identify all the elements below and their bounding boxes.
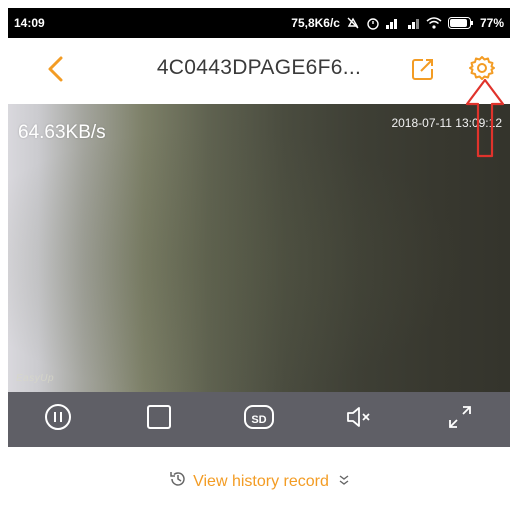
pause-icon — [43, 402, 73, 437]
mute-notifications-icon — [346, 16, 360, 30]
player-controls: SD — [8, 392, 510, 447]
battery-icon — [447, 17, 474, 29]
app-header: 4C0443DPAGE6F6... — [8, 38, 510, 102]
fullscreen-button[interactable] — [440, 400, 480, 440]
share-icon — [410, 59, 436, 86]
wifi-icon — [426, 17, 442, 29]
network-speed: 75,8K6/c — [291, 16, 340, 30]
pause-button[interactable] — [38, 400, 78, 440]
stop-button[interactable] — [139, 400, 179, 440]
speaker-muted-icon — [344, 403, 374, 436]
signal-2-icon — [407, 17, 420, 29]
signal-icon — [385, 17, 402, 29]
fullscreen-icon — [446, 403, 474, 436]
share-button[interactable] — [410, 56, 436, 82]
status-icons: 75,8K6/c 77% — [291, 16, 504, 30]
status-time: 14:09 — [14, 16, 45, 30]
quality-button[interactable]: SD — [239, 400, 279, 440]
camera-watermark: EasyUp — [16, 373, 55, 384]
battery-level: 77% — [479, 16, 504, 30]
history-icon — [169, 470, 187, 493]
stop-icon — [145, 403, 173, 436]
sd-label: SD — [251, 413, 267, 426]
history-label: View history record — [193, 472, 329, 490]
alarm-icon — [366, 16, 380, 30]
annotation-arrow — [463, 78, 507, 165]
video-feed[interactable]: 64.63KB/s 2018-07-11 13:09:12 EasyUp — [8, 104, 510, 392]
mute-button[interactable] — [339, 400, 379, 440]
double-chevron-down-icon — [339, 474, 349, 489]
bitrate-readout: 64.63KB/s — [18, 122, 106, 143]
status-bar: 14:09 75,8K6/c 77% — [8, 8, 510, 38]
view-history-link[interactable]: View history record — [0, 470, 518, 493]
